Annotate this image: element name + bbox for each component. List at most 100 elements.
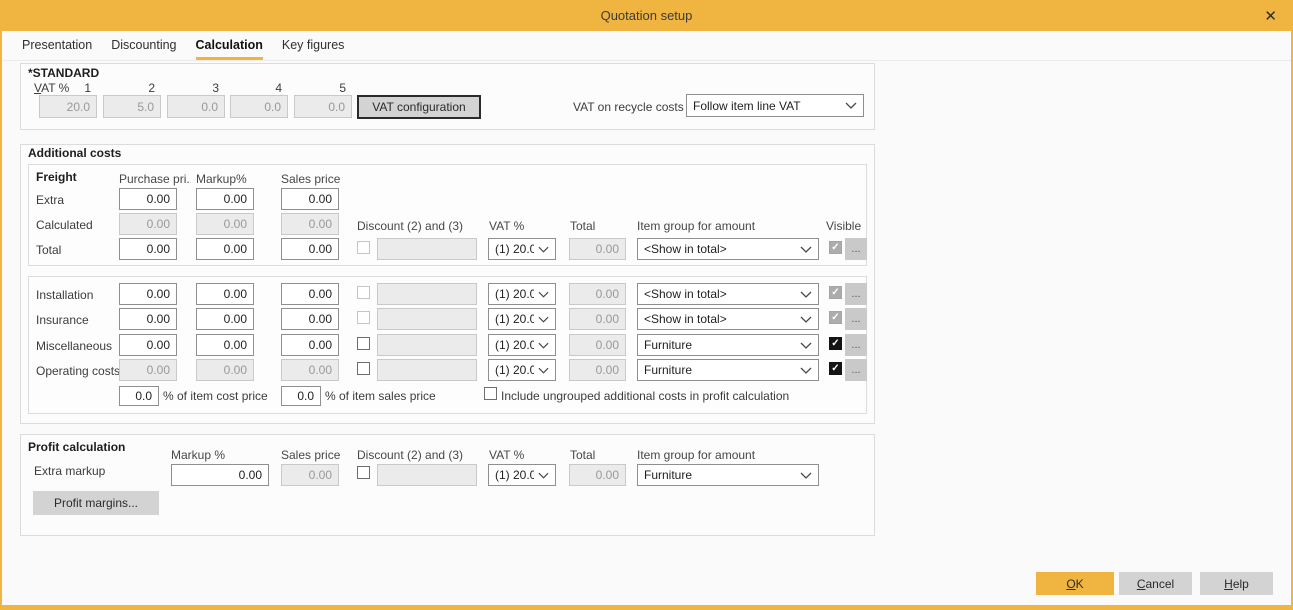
insurance-label: Insurance (36, 313, 89, 327)
extra-markup-field[interactable]: 0.00 (171, 464, 269, 486)
freight-extra-sales-field[interactable]: 0.00 (281, 188, 339, 210)
installation-vat-select[interactable]: (1) 20.0% (488, 283, 556, 305)
profit-margins-button[interactable]: Profit margins... (33, 491, 159, 515)
percent-cost-field[interactable]: 0.0 (119, 386, 159, 406)
installation-purchase-field[interactable]: 0.00 (119, 283, 177, 305)
miscellaneous-item-group-value: Furniture (644, 338, 692, 352)
freight-total-vat-select[interactable]: (1) 20.0% (488, 238, 556, 260)
vat-rate-1-field[interactable]: 20.0 (39, 95, 97, 118)
chevron-down-icon (800, 316, 812, 323)
profit-header-total: Total (570, 448, 595, 462)
operating-costs-more-button[interactable]: ... (845, 359, 867, 381)
insurance-item-group-select[interactable]: <Show in total> (637, 308, 819, 330)
miscellaneous-discount-field (377, 334, 477, 356)
profit-vat-value: (1) 20.0% (495, 468, 534, 482)
window-border-left (0, 0, 2, 610)
freight-total-item-group-select[interactable]: <Show in total> (637, 238, 819, 260)
header-visible: Visible (826, 219, 861, 233)
freight-total-sales-field[interactable]: 0.00 (281, 238, 339, 260)
installation-more-button[interactable]: ... (845, 283, 867, 305)
vat-rate-5-field[interactable]: 0.0 (294, 95, 352, 118)
cancel-mnemonic: C (1137, 577, 1146, 591)
tab-presentation[interactable]: Presentation (22, 31, 92, 60)
operating-costs-vat-select[interactable]: (1) 20.0% (488, 359, 556, 381)
help-button[interactable]: Help (1200, 572, 1273, 595)
vat-recycle-label: VAT on recycle costs (573, 100, 684, 114)
chevron-down-icon (845, 102, 857, 109)
miscellaneous-item-group-select[interactable]: Furniture (637, 334, 819, 356)
header-sales-price: Sales price (281, 172, 340, 186)
extra-markup-label: Extra markup (34, 464, 105, 478)
vat-recycle-value: Follow item line VAT (693, 99, 801, 113)
freight-extra-label: Extra (36, 193, 64, 207)
freight-extra-purchase-field[interactable]: 0.00 (119, 188, 177, 210)
operating-costs-label: Operating costs (36, 364, 120, 378)
profit-item-group-select[interactable]: Furniture (637, 464, 819, 486)
cancel-button[interactable]: Cancel (1119, 572, 1192, 595)
tab-key-figures[interactable]: Key figures (282, 31, 345, 60)
tab-calculation[interactable]: Calculation (196, 31, 263, 60)
help-rest: elp (1233, 577, 1249, 591)
installation-sales-field[interactable]: 0.00 (281, 283, 339, 305)
operating-costs-total-field: 0.00 (569, 359, 626, 381)
miscellaneous-vat-select[interactable]: (1) 20.0% (488, 334, 556, 356)
dialog-title: Quotation setup (601, 8, 693, 23)
vat-rate-2-field[interactable]: 5.0 (103, 95, 161, 118)
insurance-more-button[interactable]: ... (845, 308, 867, 330)
installation-visible-checkbox: ✓ (829, 286, 842, 299)
vat-recycle-select[interactable]: Follow item line VAT (686, 94, 864, 117)
profit-discount-checkbox[interactable] (357, 466, 370, 479)
miscellaneous-sales-field[interactable]: 0.00 (281, 334, 339, 356)
vat-rate-4-field[interactable]: 0.0 (230, 95, 288, 118)
ok-button[interactable]: OK (1036, 572, 1114, 595)
operating-costs-discount-checkbox[interactable] (357, 362, 370, 375)
insurance-markup-field[interactable]: 0.00 (196, 308, 254, 330)
miscellaneous-more-button[interactable]: ... (845, 334, 867, 356)
installation-discount-checkbox[interactable] (357, 286, 370, 299)
freight-total-more-button[interactable]: ... (845, 238, 867, 260)
help-mnemonic: H (1224, 577, 1233, 591)
freight-calculated-label: Calculated (36, 218, 93, 232)
insurance-discount-field (377, 308, 477, 330)
profit-sales-field: 0.00 (281, 464, 339, 486)
miscellaneous-markup-field[interactable]: 0.00 (196, 334, 254, 356)
include-ungrouped-checkbox[interactable] (484, 387, 497, 400)
profit-vat-select[interactable]: (1) 20.0% (488, 464, 556, 486)
profit-total-field: 0.00 (569, 464, 626, 486)
insurance-discount-checkbox[interactable] (357, 311, 370, 324)
freight-total-markup-field[interactable]: 0.00 (196, 238, 254, 260)
insurance-vat-select[interactable]: (1) 20.0% (488, 308, 556, 330)
miscellaneous-total-field: 0.00 (569, 334, 626, 356)
installation-markup-field[interactable]: 0.00 (196, 283, 254, 305)
miscellaneous-discount-checkbox[interactable] (357, 337, 370, 350)
check-icon: ✓ (831, 364, 839, 374)
close-icon[interactable]: ✕ (1264, 7, 1277, 25)
cancel-rest: ancel (1145, 577, 1174, 591)
vat-configuration-button[interactable]: VAT configuration (357, 95, 481, 119)
header-markup: Markup% (196, 172, 247, 186)
chevron-down-icon (538, 246, 549, 253)
installation-item-group-select[interactable]: <Show in total> (637, 283, 819, 305)
operating-costs-visible-checkbox[interactable]: ✓ (829, 362, 842, 375)
percent-sales-field[interactable]: 0.0 (281, 386, 321, 406)
insurance-purchase-field[interactable]: 0.00 (119, 308, 177, 330)
chevron-down-icon (538, 316, 549, 323)
operating-costs-vat-value: (1) 20.0% (495, 363, 534, 377)
insurance-vat-value: (1) 20.0% (495, 312, 534, 326)
miscellaneous-purchase-field[interactable]: 0.00 (119, 334, 177, 356)
tab-discounting[interactable]: Discounting (111, 31, 176, 60)
freight-total-discount-checkbox[interactable] (357, 241, 370, 254)
miscellaneous-visible-checkbox[interactable]: ✓ (829, 337, 842, 350)
freight-total-item-group-value: <Show in total> (644, 242, 727, 256)
freight-extra-markup-field[interactable]: 0.00 (196, 188, 254, 210)
operating-costs-item-group-select[interactable]: Furniture (637, 359, 819, 381)
vat-rate-3-field[interactable]: 0.0 (167, 95, 225, 118)
check-icon: ✓ (831, 313, 839, 323)
freight-total-purchase-field[interactable]: 0.00 (119, 238, 177, 260)
insurance-sales-field[interactable]: 0.00 (281, 308, 339, 330)
installation-label: Installation (36, 288, 93, 302)
header-purchase-price: Purchase pri... (119, 172, 191, 186)
ok-mnemonic: O (1066, 577, 1075, 591)
profit-discount-field (377, 464, 477, 486)
installation-vat-value: (1) 20.0% (495, 287, 534, 301)
